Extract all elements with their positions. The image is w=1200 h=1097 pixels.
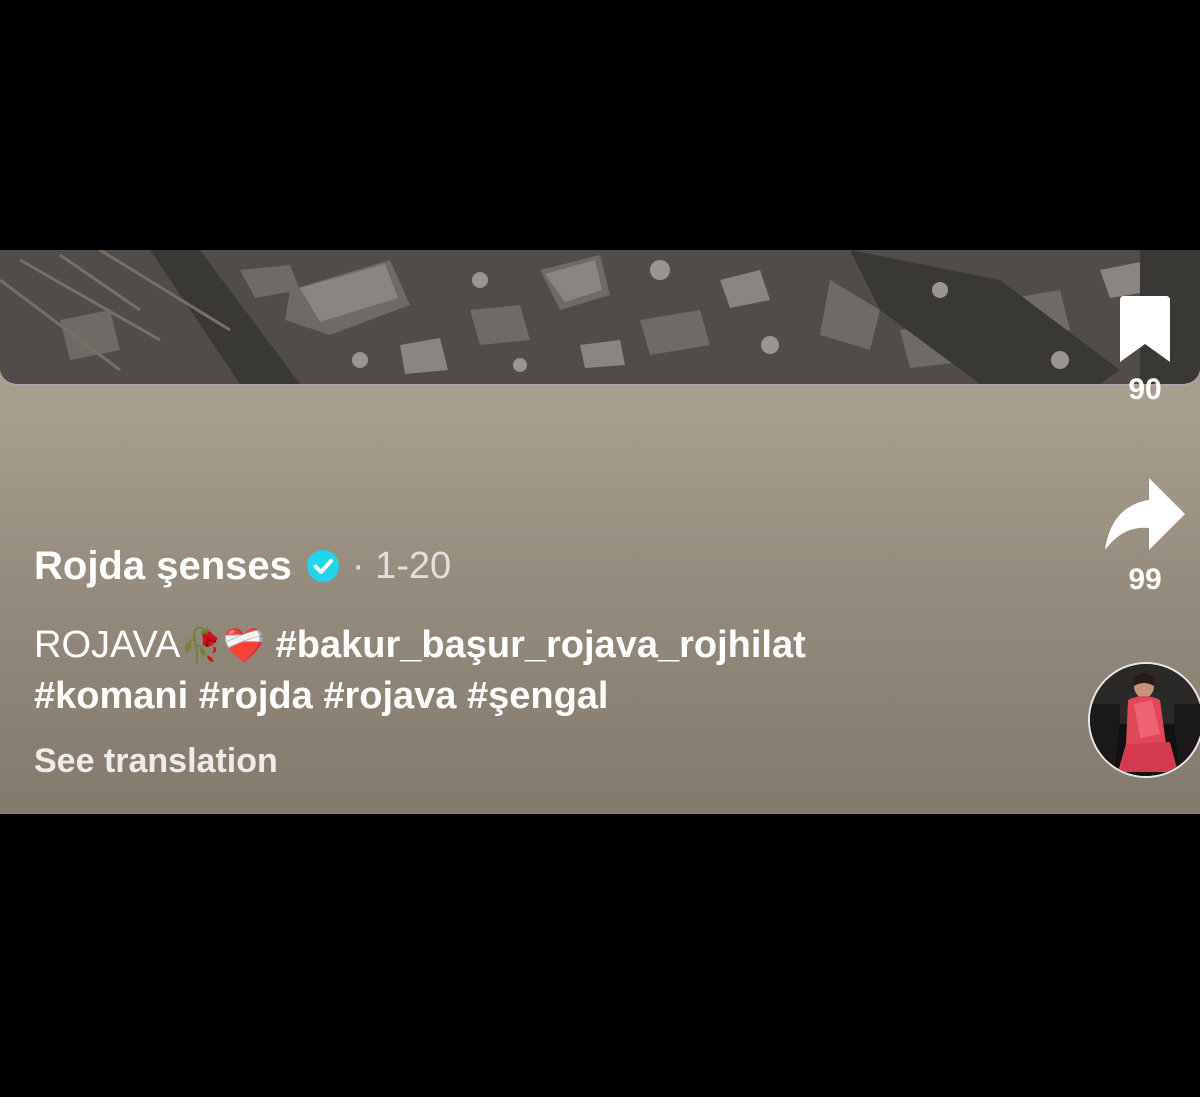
- post-caption: ROJAVA🥀❤️‍🩹 #bakur_başur_rojava_rojhilat…: [34, 620, 1054, 721]
- share-count: 99: [1128, 563, 1162, 596]
- bookmark-icon: [1114, 296, 1176, 370]
- post-date: · 1-20: [352, 545, 451, 588]
- video-preview[interactable]: [0, 250, 1200, 386]
- bookmark-count: 90: [1128, 373, 1162, 406]
- post-info-panel: Rojda şenses · 1-20 ROJAVA🥀❤️‍🩹 #bakur_b…: [0, 250, 1200, 814]
- profile-avatar[interactable]: [1088, 662, 1200, 778]
- avatar-photo: [1090, 664, 1200, 776]
- verified-check-icon: [306, 549, 340, 583]
- caption-text: ROJAVA: [34, 624, 181, 666]
- bookmark-button[interactable]: 90: [1090, 296, 1200, 407]
- rubble-image: [0, 250, 1200, 384]
- share-button[interactable]: 99: [1090, 476, 1200, 597]
- share-arrow-icon: [1103, 478, 1187, 560]
- date-value: 1-20: [375, 544, 452, 587]
- caption-emojis: 🥀❤️‍🩹: [180, 627, 266, 665]
- hashtags-line-2[interactable]: #komani #rojda #rojava #şengal: [34, 675, 609, 717]
- date-separator: ·: [351, 544, 365, 587]
- author-row: Rojda şenses · 1-20: [34, 542, 451, 590]
- author-username[interactable]: Rojda şenses: [34, 544, 292, 589]
- see-translation-link[interactable]: See translation: [34, 742, 278, 781]
- hashtags-line-1[interactable]: #bakur_başur_rojava_rojhilat: [276, 624, 806, 666]
- screenshot-canvas: Rojda şenses · 1-20 ROJAVA🥀❤️‍🩹 #bakur_b…: [0, 0, 1200, 1097]
